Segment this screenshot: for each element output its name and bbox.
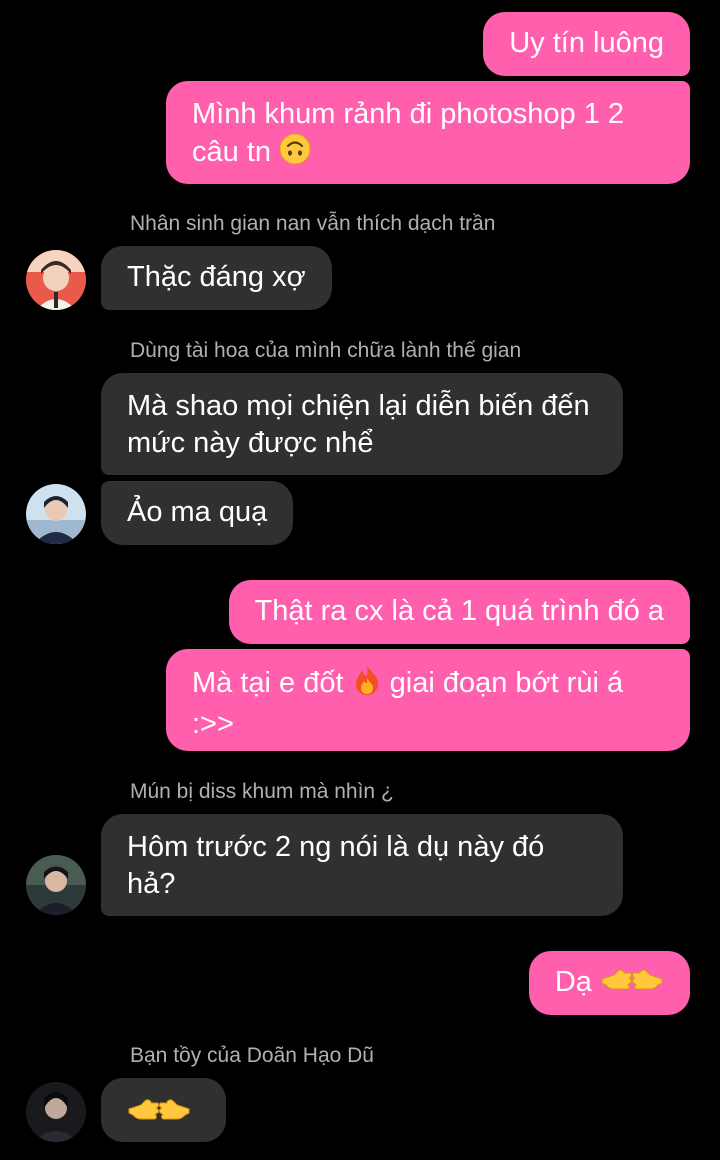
pointing-hands-icon: [127, 1095, 191, 1135]
outgoing-message[interactable]: Mà tại e đốt giai đoạn bớt rùi á :>>: [166, 649, 690, 751]
avatar[interactable]: [26, 250, 86, 310]
incoming-message[interactable]: Mà shao mọi chiện lại diễn biến đến mức …: [101, 373, 623, 475]
sender-name: Mún bị diss khum mà nhìn ¿: [130, 780, 394, 803]
message-text: Dạ: [554, 966, 592, 998]
message-text: Thật ra cx là cả 1 quá trình đó a: [254, 595, 664, 627]
message-text: Mà shao mọi chiện lại diễn biến đến mức …: [127, 390, 590, 459]
avatar[interactable]: [26, 484, 86, 544]
fire-icon: [352, 664, 382, 706]
message-text: Thặc đáng xợ: [127, 261, 306, 293]
incoming-message[interactable]: Thặc đáng xợ: [101, 246, 332, 310]
outgoing-message[interactable]: Mình khum rảnh đi photoshop 1 2 câu tn: [166, 81, 690, 184]
incoming-message[interactable]: Ảo ma quạ: [101, 481, 294, 545]
incoming-message[interactable]: [101, 1078, 226, 1142]
outgoing-message[interactable]: Dạ: [528, 951, 690, 1015]
message-text: Hôm trước 2 ng nói là dụ này đó hả?: [127, 831, 545, 900]
sender-name: Bạn tồy của Doãn Hạo Dũ: [130, 1044, 374, 1067]
message-text: Mà tại e đốt: [192, 667, 344, 699]
message-text: Uy tín luông: [509, 27, 664, 59]
pointing-hands-icon: [600, 965, 664, 1005]
outgoing-message[interactable]: Uy tín luông: [483, 12, 690, 76]
upside-down-face-icon: [279, 133, 311, 175]
sender-name: Nhân sinh gian nan vẫn thích dạch trần: [130, 212, 496, 235]
sender-name: Dùng tài hoa của mình chữa lành thế gian: [130, 339, 522, 362]
message-text: Mình khum rảnh đi photoshop 1 2 câu tn: [192, 98, 625, 168]
incoming-message[interactable]: Hôm trước 2 ng nói là dụ này đó hả?: [101, 814, 623, 916]
message-text: Ảo ma quạ: [127, 496, 268, 528]
chat-thread: Uy tín luông Mình khum rảnh đi photoshop…: [0, 0, 720, 1160]
avatar[interactable]: [26, 1082, 86, 1142]
avatar[interactable]: [26, 855, 86, 915]
outgoing-message[interactable]: Thật ra cx là cả 1 quá trình đó a: [228, 580, 690, 644]
